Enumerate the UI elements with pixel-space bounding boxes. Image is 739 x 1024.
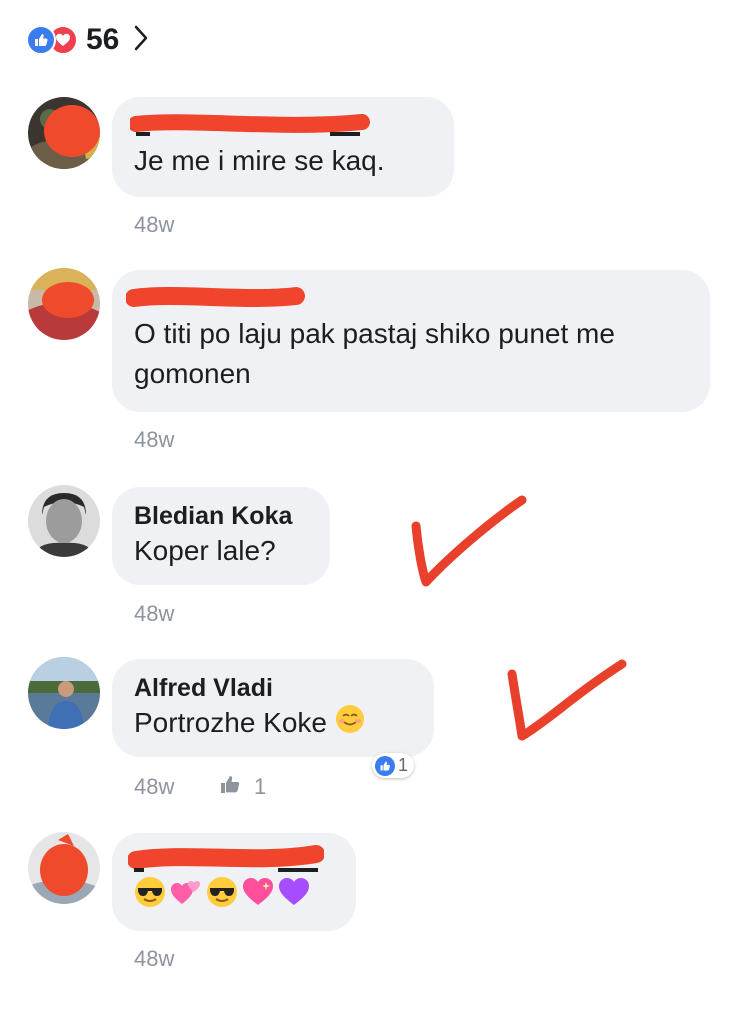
comment-author[interactable] <box>134 111 432 141</box>
comment-text-content: Portrozhe Koke <box>134 707 327 738</box>
avatar[interactable] <box>28 485 100 557</box>
comment-bubble[interactable]: O titi po laju pak pastaj shiko punet me… <box>112 270 710 412</box>
comment-text: Portrozhe Koke <box>134 703 412 745</box>
comment-timestamp[interactable]: 48w <box>134 212 174 238</box>
thumbs-up-icon <box>220 774 242 800</box>
comment-author[interactable] <box>134 847 334 877</box>
red-checkmark-annotation <box>507 659 627 741</box>
comment-like-button[interactable]: 1 <box>220 774 266 800</box>
purple-heart-emoji-icon <box>278 876 310 919</box>
comment-reaction-badge[interactable]: 1 <box>372 753 415 778</box>
comment-timestamp[interactable]: 48w <box>134 427 174 453</box>
comment-bubble[interactable]: Bledian Koka Koper lale? <box>112 487 330 585</box>
comment-text: Koper lale? <box>134 535 276 566</box>
comment-timestamp[interactable]: 48w <box>134 601 174 627</box>
sunglasses-face-emoji-icon <box>206 876 238 919</box>
comment-timestamp[interactable]: 48w <box>134 946 174 972</box>
sparkling-heart-emoji-icon <box>242 876 274 919</box>
like-reaction-icon <box>26 25 56 55</box>
reactions-summary[interactable]: 56 <box>26 22 149 58</box>
red-checkmark-annotation <box>411 495 527 587</box>
like-reaction-icon <box>375 755 395 776</box>
comment-author[interactable]: Alfred Vladi <box>134 673 412 703</box>
comment-bubble[interactable] <box>112 833 356 931</box>
comment-bubble[interactable]: Je me i mire se kaq. <box>112 97 454 197</box>
comment-text: O titi po laju pak pastaj shiko punet me… <box>134 318 615 389</box>
sunglasses-face-emoji-icon <box>134 876 166 919</box>
avatar[interactable] <box>28 832 100 904</box>
comment-author[interactable] <box>134 284 688 314</box>
comment-reaction-count: 1 <box>398 755 409 775</box>
comment-author[interactable]: Bledian Koka <box>134 501 308 531</box>
avatar[interactable] <box>28 268 100 340</box>
smiling-face-emoji-icon <box>335 704 365 745</box>
comment-timestamp[interactable]: 48w <box>134 774 174 800</box>
chevron-right-icon[interactable] <box>133 24 149 57</box>
two-hearts-emoji-icon <box>170 876 202 919</box>
comment-bubble[interactable]: Alfred Vladi Portrozhe Koke <box>112 659 434 757</box>
reaction-count: 56 <box>86 23 120 56</box>
avatar[interactable] <box>28 97 100 169</box>
comment-text <box>134 876 334 919</box>
comment-text: Je me i mire se kaq. <box>134 145 385 176</box>
avatar[interactable] <box>28 657 100 729</box>
comment-like-count: 1 <box>254 774 267 799</box>
